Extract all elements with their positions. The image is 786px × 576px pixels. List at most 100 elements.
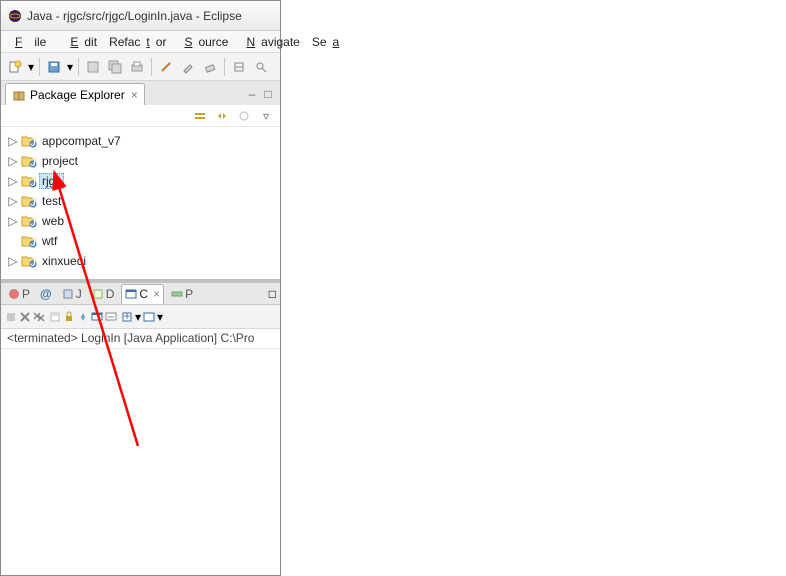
- project-folder-icon: J: [21, 193, 37, 209]
- minimize-view-icon[interactable]: –: [244, 86, 260, 102]
- project-item-test[interactable]: ▷ Jtest: [7, 191, 274, 211]
- save-icon[interactable]: [83, 57, 103, 77]
- titlebar: Java - rjgc/src/rjgc/LoginIn.java - Ecli…: [1, 1, 280, 31]
- disclosure-triangle[interactable]: ▷: [7, 134, 19, 148]
- eclipse-icon: [7, 8, 23, 24]
- project-folder-icon: J: [21, 233, 37, 249]
- package-explorer-label: Package Explorer: [30, 88, 125, 102]
- menu-refactor[interactable]: Refactor: [103, 33, 172, 51]
- main-toolbar: ▾ ▾: [1, 53, 280, 81]
- project-label: xinxueqi: [39, 253, 89, 269]
- console-view-icon[interactable]: [143, 311, 155, 323]
- focus-icon[interactable]: [236, 108, 252, 124]
- console-status: <terminated> LoginIn [Java Application] …: [1, 329, 280, 349]
- project-item-rjgc[interactable]: ▷ Jrjgc: [7, 171, 274, 191]
- view-tabrow: Package Explorer × – □: [1, 81, 280, 105]
- new-dropdown[interactable]: ▾: [27, 60, 35, 74]
- disclosure-triangle[interactable]: ▷: [7, 154, 19, 168]
- save-dropdown[interactable]: ▾: [66, 60, 74, 74]
- eclipse-window: Java - rjgc/src/rjgc/LoginIn.java - Ecli…: [0, 0, 281, 576]
- separator: [78, 58, 79, 76]
- menu-file[interactable]: File: [3, 33, 58, 51]
- scroll-lock-icon[interactable]: [63, 311, 75, 323]
- project-folder-icon: J: [21, 153, 37, 169]
- bottom-tabrow: P @ J D C× P □: [1, 283, 280, 305]
- console-toolbar: + ▾ ▾: [1, 305, 280, 329]
- console-switch-dropdown[interactable]: ▾: [135, 310, 141, 324]
- project-item-xinxueqi[interactable]: ▷ Jxinxueqi: [7, 251, 274, 271]
- project-label: web: [39, 213, 67, 229]
- window-title: Java - rjgc/src/rjgc/LoginIn.java - Ecli…: [27, 9, 242, 23]
- tab-declaration[interactable]: J: [59, 287, 85, 301]
- view-menu-icon[interactable]: ▿: [258, 108, 274, 124]
- project-label: project: [39, 153, 81, 169]
- menubar: File Edit Refactor Source Navigate Sea: [1, 31, 280, 53]
- console-output[interactable]: [1, 349, 280, 575]
- console-view-dropdown[interactable]: ▾: [157, 310, 163, 324]
- svg-text:J: J: [30, 215, 36, 228]
- svg-text:J: J: [30, 195, 36, 208]
- wand-icon[interactable]: [156, 57, 176, 77]
- display-console-icon[interactable]: [91, 311, 103, 323]
- open-console-icon[interactable]: [105, 311, 117, 323]
- svg-text:+: +: [123, 311, 130, 323]
- separator: [151, 58, 152, 76]
- svg-text:J: J: [30, 135, 36, 148]
- disclosure-triangle[interactable]: ▷: [7, 194, 19, 208]
- new-button[interactable]: [5, 57, 25, 77]
- maximize-view-icon[interactable]: □: [269, 287, 276, 301]
- console-area: P @ J D C× P □ + ▾ ▾ <terminated> LoginI…: [1, 281, 280, 575]
- tab-console[interactable]: C×: [121, 284, 164, 304]
- maximize-view-icon[interactable]: □: [260, 86, 276, 102]
- tab-problems[interactable]: P: [5, 287, 33, 301]
- terminate-icon[interactable]: [5, 311, 17, 323]
- tab-progress[interactable]: P: [168, 287, 196, 301]
- disclosure-triangle[interactable]: ▷: [7, 214, 19, 228]
- separator: [39, 58, 40, 76]
- menu-search[interactable]: Sea: [306, 33, 351, 51]
- print-icon[interactable]: [127, 57, 147, 77]
- eraser-icon[interactable]: [200, 57, 220, 77]
- project-label: appcompat_v7: [39, 133, 124, 149]
- svg-text:J: J: [30, 175, 36, 188]
- package-explorer-tab[interactable]: Package Explorer ×: [5, 83, 145, 105]
- disclosure-triangle[interactable]: ▷: [7, 174, 19, 188]
- project-folder-icon: J: [21, 173, 37, 189]
- project-label: test: [39, 193, 64, 209]
- project-folder-icon: J: [21, 253, 37, 269]
- disclosure-triangle[interactable]: ▷: [7, 254, 19, 268]
- link-editor-icon[interactable]: [214, 108, 230, 124]
- remove-launch-icon[interactable]: [19, 311, 31, 323]
- project-item-web[interactable]: ▷ Jweb: [7, 211, 274, 231]
- menu-edit[interactable]: Edit: [58, 33, 103, 51]
- close-icon[interactable]: ×: [153, 287, 160, 301]
- search-icon[interactable]: [251, 57, 271, 77]
- remove-all-icon[interactable]: [33, 311, 45, 323]
- clear-console-icon[interactable]: [49, 311, 61, 323]
- package-explorer-toolbar: ▿: [1, 105, 280, 127]
- project-item-project[interactable]: ▷Jproject: [7, 151, 274, 171]
- project-label: wtf: [39, 233, 60, 249]
- project-item-wtf[interactable]: Jwtf: [7, 231, 274, 251]
- menu-navigate[interactable]: Navigate: [234, 33, 305, 51]
- package-explorer-view: Package Explorer × – □ ▿ ▷Jappcompat_v7▷…: [1, 81, 280, 281]
- pin-console-icon[interactable]: [77, 311, 89, 323]
- toggle-icon[interactable]: [229, 57, 249, 77]
- brush-icon[interactable]: [178, 57, 198, 77]
- separator: [224, 58, 225, 76]
- new-console-icon[interactable]: +: [121, 311, 133, 323]
- project-item-appcompat_v7[interactable]: ▷ Jappcompat_v7: [7, 131, 274, 151]
- save-button[interactable]: [44, 57, 64, 77]
- close-icon[interactable]: ×: [131, 88, 138, 102]
- svg-text:J: J: [30, 255, 36, 268]
- saveall-icon[interactable]: [105, 57, 125, 77]
- collapse-all-icon[interactable]: [192, 108, 208, 124]
- svg-text:J: J: [30, 235, 36, 248]
- project-tree: ▷Jappcompat_v7▷Jproject▷Jrjgc▷Jtest▷Jweb…: [1, 127, 280, 279]
- project-folder-icon: J: [21, 213, 37, 229]
- project-label: rjgc: [39, 173, 64, 189]
- menu-source[interactable]: Source: [172, 33, 234, 51]
- tab-declaration2[interactable]: D: [89, 287, 118, 301]
- tab-javadoc[interactable]: @: [37, 287, 55, 301]
- package-icon: [12, 88, 26, 102]
